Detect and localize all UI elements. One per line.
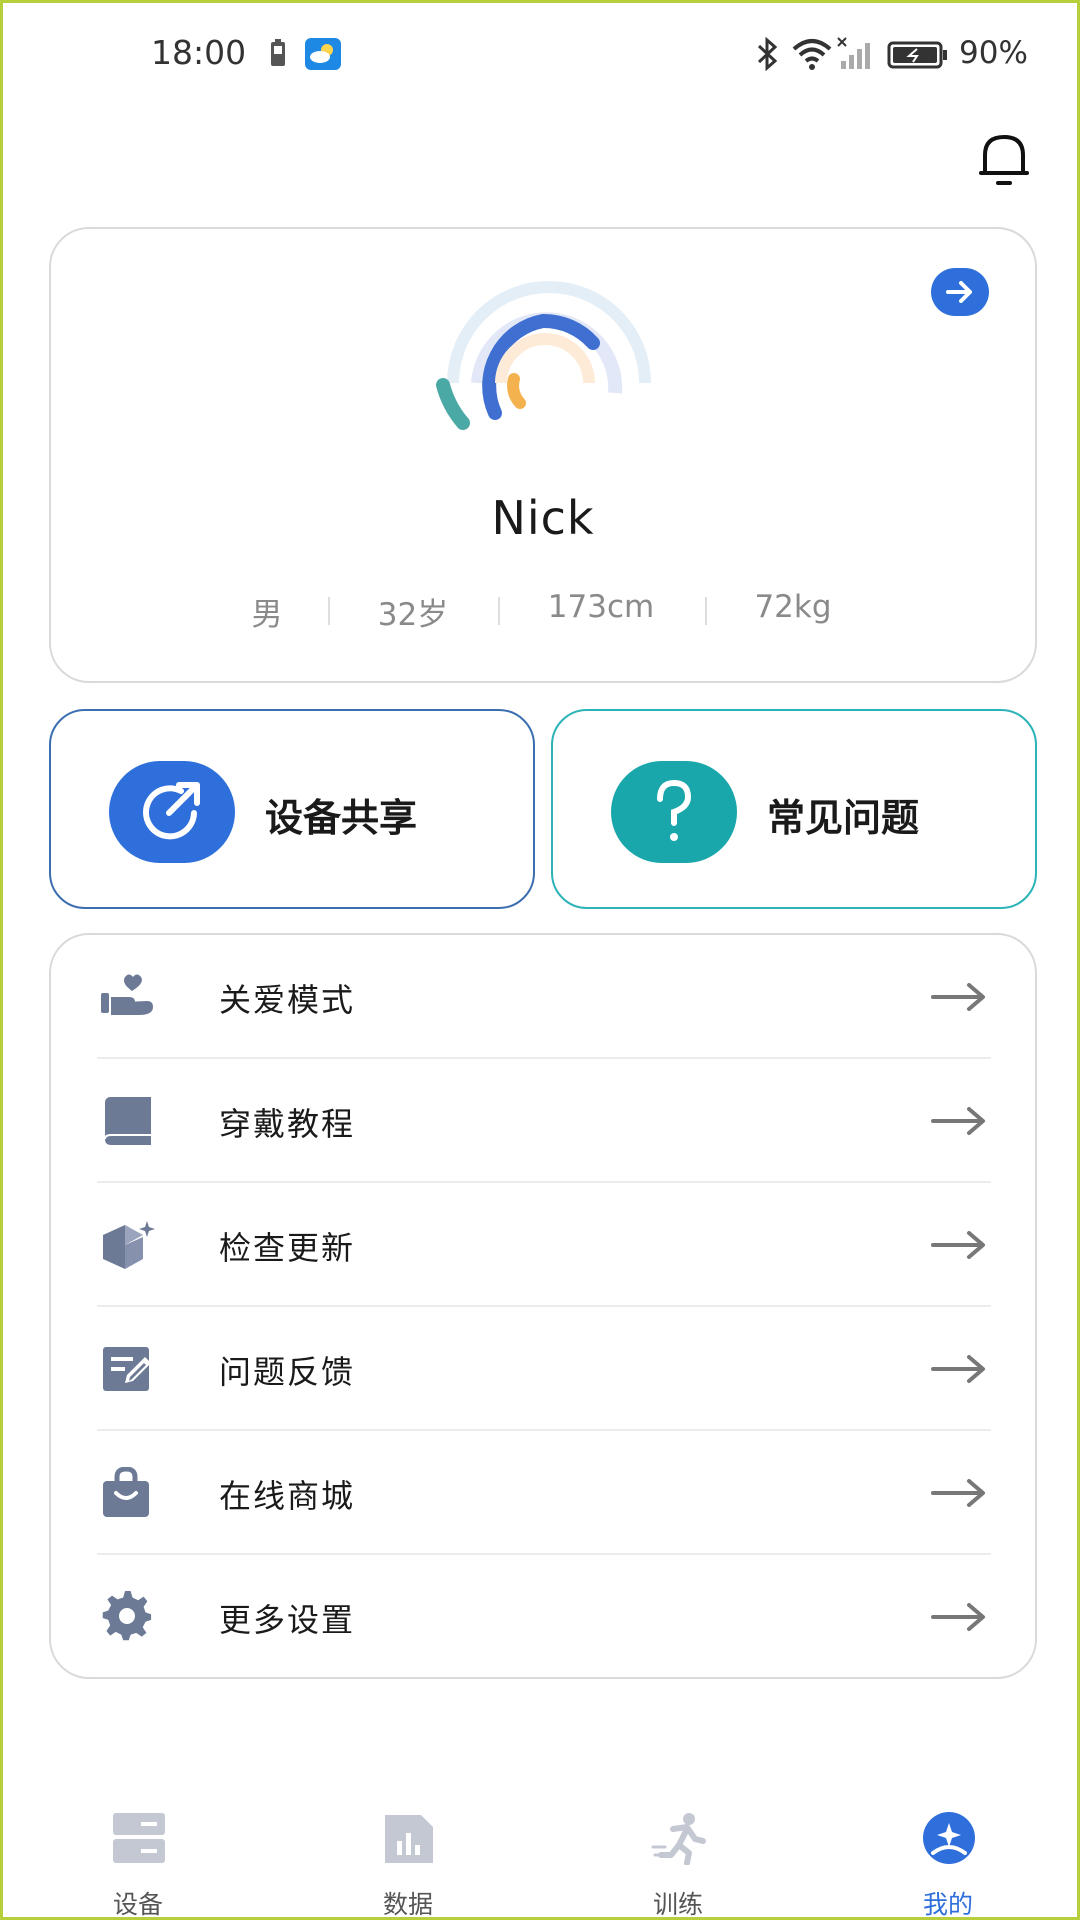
nav-label: 设备 [112,1890,163,1919]
nav-label: 数据 [382,1890,433,1919]
stat-divider [705,597,707,625]
bell-icon[interactable] [977,129,1031,189]
menu-item-more-settings[interactable]: 更多设置 [51,1555,1039,1679]
stat-gender: 男 [251,597,283,633]
stat-divider [328,597,330,625]
battery-percent: 90% [959,35,1028,71]
nav-tab-me[interactable]: 我的 [873,1811,1023,1921]
faq-card[interactable]: 常见问题 [551,709,1037,909]
faq-label: 常见问题 [767,796,920,840]
menu-label: 在线商城 [219,1477,356,1515]
menu-item-feedback[interactable]: 问题反馈 [51,1307,1039,1431]
arrow-right-icon [931,1603,985,1631]
gear-icon [102,1591,152,1641]
feedback-edit-icon [103,1347,151,1391]
profile-stats: 男 32岁 173cm 72kg [3,589,1080,639]
weather-app-icon [305,38,341,70]
status-time: 18:00 [151,33,247,72]
arrow-right-icon [931,1231,985,1259]
menu-item-online-store[interactable]: 在线商城 [51,1431,1039,1555]
arrow-right-icon [931,1107,985,1135]
data-chart-icon [385,1815,433,1863]
menu-label: 问题反馈 [219,1353,356,1391]
device-share-label: 设备共享 [265,796,418,840]
nav-tab-device[interactable]: 设备 [63,1811,213,1921]
share-icon [109,761,235,863]
question-icon [611,761,737,863]
battery-small-icon [271,39,285,66]
menu-card: 关爱模式 穿戴教程 检查更新 问题反馈 在线商城 更多设置 [49,933,1037,1679]
running-icon [651,1813,706,1865]
wifi-icon [792,39,832,70]
battery-icon [887,41,947,69]
bottom-nav: 设备 数据 训练 我的 [3,1793,1080,1923]
stat-divider [498,597,500,625]
stat-height: 173cm [547,589,655,625]
avatar-logo [436,281,651,430]
shopping-bag-icon [103,1467,149,1517]
menu-item-check-update[interactable]: 检查更新 [51,1183,1039,1307]
signal-icon [837,37,870,69]
arrow-right-icon [931,1479,985,1507]
nav-tab-data[interactable]: 数据 [333,1811,483,1921]
book-icon [104,1097,151,1145]
nav-label: 我的 [922,1890,973,1919]
bluetooth-icon [757,37,778,71]
menu-label: 关爱模式 [219,981,356,1019]
box-update-icon [103,1221,155,1269]
menu-label: 检查更新 [219,1229,356,1267]
menu-label: 穿戴教程 [219,1105,356,1143]
stat-weight: 72kg [754,589,832,625]
menu-label: 更多设置 [219,1601,356,1639]
menu-item-wear-tutorial[interactable]: 穿戴教程 [51,1059,1039,1183]
device-icon [113,1813,165,1863]
profile-name: Nick [491,491,595,545]
menu-item-care-mode[interactable]: 关爱模式 [51,935,1039,1059]
nav-tab-training[interactable]: 训练 [603,1811,753,1921]
status-bar: 18:00 90% [3,3,1080,103]
care-hand-heart-icon [101,974,153,1015]
arrow-right-circle-icon[interactable] [931,268,989,316]
arrow-right-icon [931,983,985,1011]
arrow-right-icon [931,1355,985,1383]
nav-label: 训练 [652,1890,703,1919]
device-share-card[interactable]: 设备共享 [49,709,535,909]
stat-age: 32岁 [377,597,449,633]
profile-icon [923,1812,975,1864]
